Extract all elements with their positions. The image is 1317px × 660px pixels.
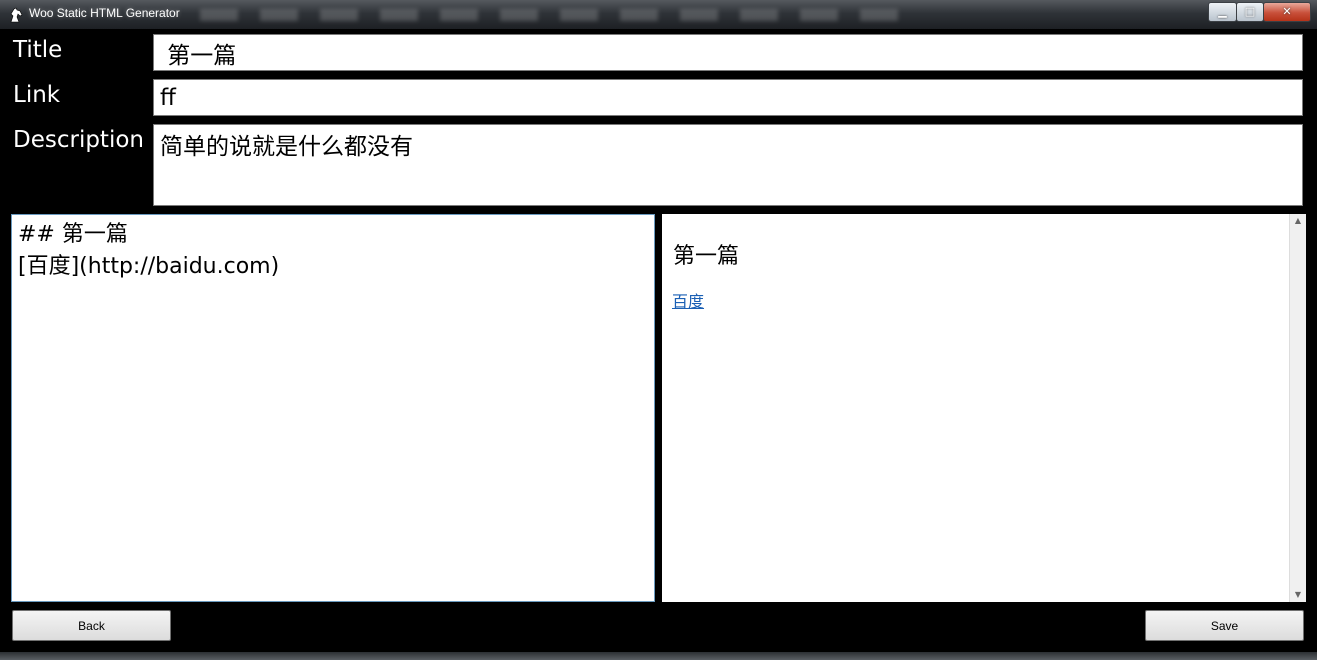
maximize-icon: □ bbox=[1244, 5, 1256, 18]
link-label: Link bbox=[13, 82, 61, 108]
back-button[interactable]: Back bbox=[12, 610, 171, 641]
editor-line: [百度](http://baidu.com) bbox=[18, 254, 280, 279]
minimize-button[interactable]: ▁ bbox=[1208, 2, 1237, 22]
titlebar-background-blur bbox=[200, 9, 900, 21]
window-titlebar[interactable]: Woo Static HTML Generator ▁ □ ✕ bbox=[0, 0, 1317, 29]
maximize-button[interactable]: □ bbox=[1236, 2, 1264, 22]
minimize-icon: ▁ bbox=[1218, 5, 1227, 18]
editor-line: ## 第一篇 bbox=[18, 222, 128, 247]
window-title: Woo Static HTML Generator bbox=[29, 6, 180, 20]
description-textarea[interactable]: 简单的说就是什么都没有 bbox=[153, 124, 1303, 206]
window-bottom-edge bbox=[0, 652, 1317, 660]
preview-scrollbar[interactable]: ▲ ▼ bbox=[1289, 214, 1306, 602]
link-input[interactable] bbox=[153, 79, 1303, 116]
close-button[interactable]: ✕ bbox=[1263, 2, 1311, 22]
horse-head-icon bbox=[10, 7, 23, 23]
html-preview: 第一篇 百度 ▲ ▼ bbox=[662, 214, 1306, 602]
title-input[interactable] bbox=[153, 34, 1303, 71]
close-icon: ✕ bbox=[1282, 5, 1292, 18]
preview-content: 第一篇 百度 bbox=[662, 214, 1306, 322]
markdown-editor[interactable]: ## 第一篇 [百度](http://baidu.com) bbox=[11, 214, 655, 602]
scroll-down-arrow-icon[interactable]: ▼ bbox=[1290, 588, 1306, 602]
title-label: Title bbox=[13, 37, 63, 63]
save-button[interactable]: Save bbox=[1145, 610, 1304, 641]
preview-heading: 第一篇 bbox=[673, 244, 740, 269]
preview-link[interactable]: 百度 bbox=[672, 288, 704, 312]
scroll-up-arrow-icon[interactable]: ▲ bbox=[1290, 214, 1306, 228]
description-label: Description bbox=[13, 127, 144, 153]
